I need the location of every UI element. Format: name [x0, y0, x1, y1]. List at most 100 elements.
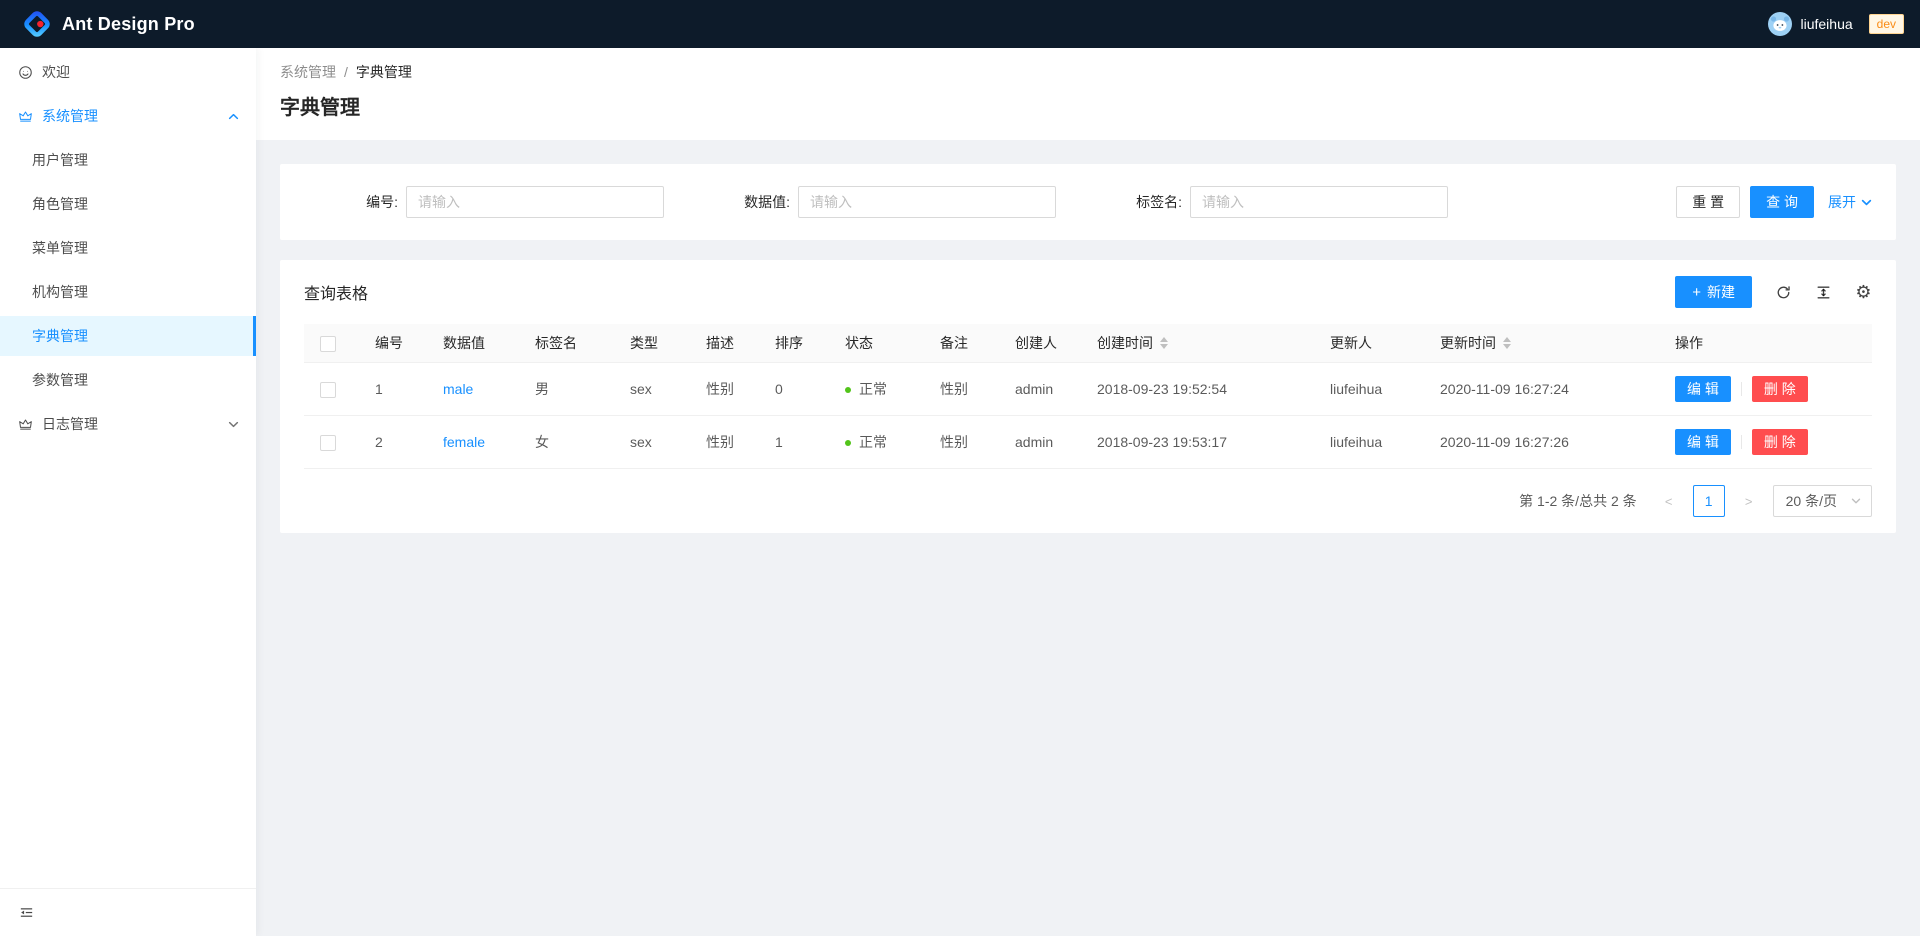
- cell-type: sex: [614, 363, 690, 416]
- sidebar-collapse-trigger[interactable]: [0, 888, 256, 936]
- column-header-code: 编号: [359, 324, 427, 363]
- cell-actions: 编 辑删 除: [1659, 416, 1872, 469]
- column-height-icon[interactable]: [1815, 284, 1832, 301]
- delete-button[interactable]: 删 除: [1752, 429, 1808, 455]
- column-header-updated-at[interactable]: 更新时间: [1424, 324, 1659, 363]
- sidebar-item-param-management[interactable]: 参数管理: [0, 360, 256, 400]
- sidebar-item-dict-management[interactable]: 字典管理: [0, 316, 256, 356]
- status-label: 正常: [859, 381, 887, 397]
- cell-updated-at: 2020-11-09 16:27:26: [1424, 416, 1659, 469]
- breadcrumb: 系统管理 / 字典管理: [280, 62, 1896, 82]
- smile-icon: [18, 65, 33, 80]
- page-size-select[interactable]: 20 条/页: [1773, 485, 1872, 517]
- cell-status: 正常: [829, 363, 924, 416]
- edit-button[interactable]: 编 辑: [1675, 376, 1731, 402]
- column-header-status: 状态: [829, 324, 924, 363]
- filter-card: 编号: 数据值: 标签名: 重 置 查 询 展开: [280, 164, 1896, 240]
- table-card: 查询表格 + 新建: [280, 260, 1896, 533]
- select-all-checkbox[interactable]: [320, 336, 336, 352]
- setting-gear-icon[interactable]: ⚙: [1855, 284, 1872, 301]
- prev-page-button[interactable]: <: [1653, 485, 1685, 517]
- filter-field-value: 数据值:: [696, 186, 1088, 218]
- cell-value-link[interactable]: male: [443, 381, 473, 397]
- sidebar-item-org-management[interactable]: 机构管理: [0, 272, 256, 312]
- column-header-value: 数据值: [427, 324, 519, 363]
- current-page-button[interactable]: 1: [1693, 485, 1725, 517]
- row-checkbox[interactable]: [320, 382, 336, 398]
- sidebar-item-label: 欢迎: [42, 62, 70, 82]
- cell-desc: 性别: [690, 416, 759, 469]
- app-title: Ant Design Pro: [62, 14, 195, 35]
- tag-input[interactable]: [1190, 186, 1448, 218]
- cell-remark: 性别: [924, 363, 999, 416]
- sort-icons: [1160, 337, 1168, 349]
- expand-link[interactable]: 展开: [1828, 192, 1872, 212]
- table-row: 1 male 男 sex 性别 0 正常 性别 admin 2018-09-23…: [304, 363, 1872, 416]
- cell-tag: 男: [519, 363, 614, 416]
- column-header-created-at[interactable]: 创建时间: [1081, 324, 1314, 363]
- sidebar-item-menu-management[interactable]: 菜单管理: [0, 228, 256, 268]
- chevron-up-icon: [228, 111, 239, 122]
- reset-button[interactable]: 重 置: [1676, 186, 1740, 218]
- sidebar-item-label: 日志管理: [42, 414, 98, 434]
- reload-icon[interactable]: [1775, 284, 1792, 301]
- chevron-down-icon: [228, 419, 239, 430]
- cell-value-link[interactable]: female: [443, 434, 485, 450]
- table-row: 2 female 女 sex 性别 1 正常 性别 admin 2018-09-…: [304, 416, 1872, 469]
- chevron-down-icon: [1851, 496, 1861, 506]
- header-right: liufeihua dev: [1764, 0, 1904, 48]
- username: liufeihua: [1800, 16, 1852, 32]
- sidebar-item-label: 角色管理: [32, 194, 88, 214]
- value-input[interactable]: [798, 186, 1056, 218]
- action-divider: [1741, 382, 1742, 396]
- tag-field-label: 标签名:: [1136, 192, 1182, 212]
- user-menu[interactable]: liufeihua: [1764, 0, 1856, 48]
- cell-created-at: 2018-09-23 19:52:54: [1081, 363, 1314, 416]
- cell-updater: liufeihua: [1314, 416, 1424, 469]
- value-field-label: 数据值:: [744, 192, 790, 212]
- table-header-row: 编号 数据值 标签名 类型 描述 排序 状态 备注 创建人 创建时间: [304, 324, 1872, 363]
- delete-button[interactable]: 删 除: [1752, 376, 1808, 402]
- cell-sort: 0: [759, 363, 829, 416]
- sidebar-item-user-management[interactable]: 用户管理: [0, 140, 256, 180]
- sidebar-item-label: 机构管理: [32, 282, 88, 302]
- filter-field-code: 编号:: [304, 186, 696, 218]
- chevron-down-icon: [1861, 197, 1872, 208]
- menu-fold-icon: [18, 904, 35, 921]
- breadcrumb-item-system[interactable]: 系统管理: [280, 62, 336, 82]
- cell-remark: 性别: [924, 416, 999, 469]
- status-dot: [845, 440, 851, 446]
- pagination: 第 1-2 条/总共 2 条 < 1 > 20 条/页: [280, 469, 1896, 517]
- search-button[interactable]: 查 询: [1750, 186, 1814, 218]
- cell-desc: 性别: [690, 363, 759, 416]
- code-input[interactable]: [406, 186, 664, 218]
- cell-code: 2: [359, 416, 427, 469]
- code-field-label: 编号:: [366, 192, 398, 212]
- page-size-label: 20 条/页: [1786, 491, 1837, 511]
- sidebar-item-role-management[interactable]: 角色管理: [0, 184, 256, 224]
- sidebar-item-system-management[interactable]: 系统管理: [0, 96, 256, 136]
- edit-button[interactable]: 编 辑: [1675, 429, 1731, 455]
- cell-creator: admin: [999, 363, 1081, 416]
- plus-icon: +: [1692, 285, 1701, 300]
- column-header-updater: 更新人: [1314, 324, 1424, 363]
- env-tag: dev: [1869, 14, 1904, 34]
- sidebar-item-log-management[interactable]: 日志管理: [0, 404, 256, 444]
- sidebar-item-welcome[interactable]: 欢迎: [0, 52, 256, 92]
- next-page-button[interactable]: >: [1733, 485, 1765, 517]
- sidebar-item-label: 菜单管理: [32, 238, 88, 258]
- status-dot: [845, 387, 851, 393]
- logo-area[interactable]: Ant Design Pro: [22, 9, 195, 39]
- table-title: 查询表格: [304, 280, 368, 304]
- cell-created-at: 2018-09-23 19:53:17: [1081, 416, 1314, 469]
- table-toolbar: 查询表格 + 新建: [280, 260, 1896, 324]
- new-button[interactable]: + 新建: [1675, 276, 1752, 308]
- page-content: 编号: 数据值: 标签名: 重 置 查 询 展开: [256, 140, 1920, 557]
- cell-actions: 编 辑删 除: [1659, 363, 1872, 416]
- app-header: Ant Design Pro liufeihua dev: [0, 0, 1920, 48]
- cell-code: 1: [359, 363, 427, 416]
- column-header-actions: 操作: [1659, 324, 1872, 363]
- row-checkbox[interactable]: [320, 435, 336, 451]
- crown-icon: [18, 417, 33, 432]
- toolbar-actions: + 新建: [1675, 276, 1872, 308]
